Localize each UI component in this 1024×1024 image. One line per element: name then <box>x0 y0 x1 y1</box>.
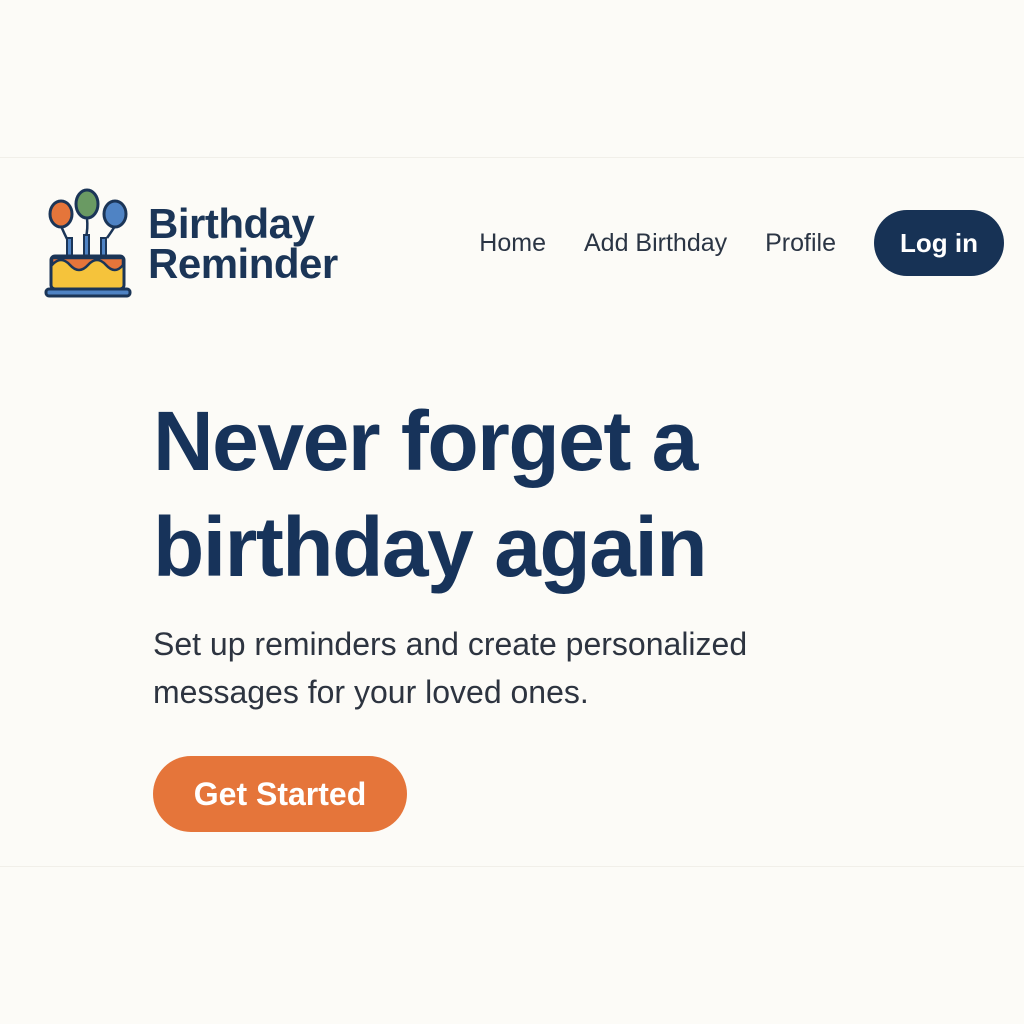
site-header: Birthday Reminder Home Add Birthday Prof… <box>44 185 1004 300</box>
top-divider <box>0 157 1024 158</box>
birthday-cake-balloons-icon <box>44 188 132 298</box>
main-nav: Home Add Birthday Profile Log in <box>479 210 1004 276</box>
hero-title-line-1: Never forget a <box>153 394 698 488</box>
get-started-button[interactable]: Get Started <box>153 756 407 832</box>
hero-subtitle: Set up reminders and create personalized… <box>153 626 748 710</box>
nav-link-add-birthday[interactable]: Add Birthday <box>584 229 727 258</box>
logo-line-2: Reminder <box>148 240 338 287</box>
logo-wordmark: Birthday Reminder <box>148 200 338 287</box>
nav-link-profile[interactable]: Profile <box>765 229 836 258</box>
logo[interactable]: Birthday Reminder <box>44 185 384 300</box>
bottom-divider <box>0 866 1024 867</box>
hero-title: Never forget a birthday again <box>153 388 913 600</box>
landing-page: Birthday Reminder Home Add Birthday Prof… <box>0 0 1024 1024</box>
hero-title-line-2: birthday again <box>153 500 708 594</box>
logo-line-1: Birthday <box>148 200 315 247</box>
hero-section: Never forget a birthday again Set up rem… <box>153 388 913 832</box>
nav-link-home[interactable]: Home <box>479 229 546 258</box>
login-button[interactable]: Log in <box>874 210 1004 276</box>
